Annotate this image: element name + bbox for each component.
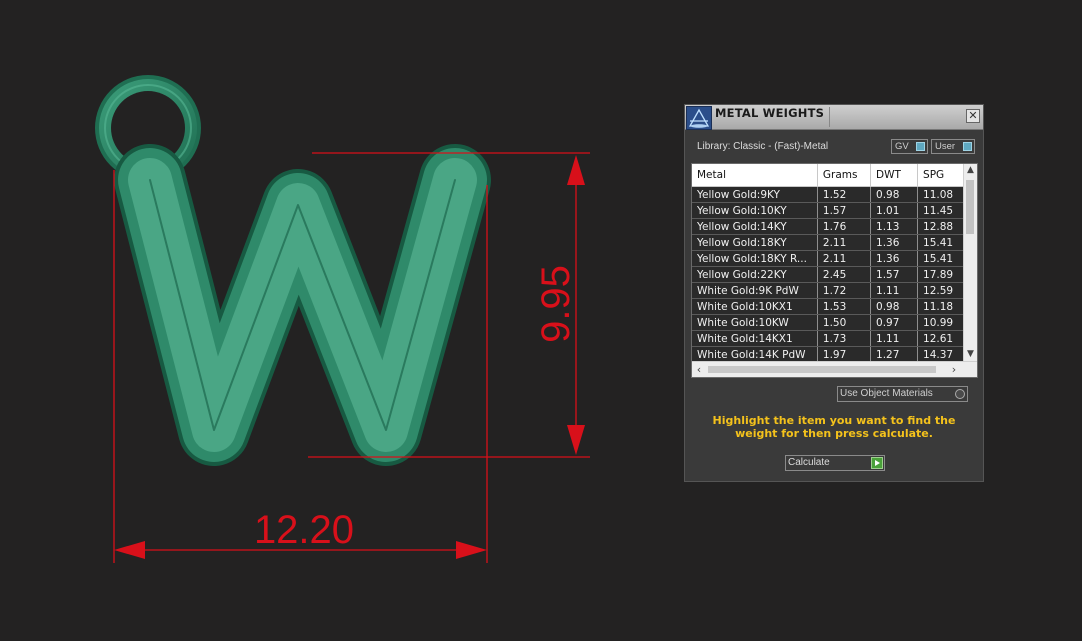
scrollbar-thumb[interactable] [708, 366, 936, 373]
cell-grams: 2.45 [817, 266, 872, 283]
table-row[interactable]: Yellow Gold:10KY 1.57 1.01 11.45 [692, 202, 977, 219]
cell-dwt: 1.11 [870, 282, 919, 299]
cell-dwt: 1.13 [870, 218, 919, 235]
user-toggle-label: User [935, 141, 956, 152]
calculate-button[interactable]: Calculate [785, 455, 885, 471]
cell-metal: Yellow Gold:10KY [692, 202, 818, 219]
horizontal-scrollbar[interactable]: ‹ › [692, 361, 977, 377]
cell-grams: 2.11 [817, 250, 872, 267]
cell-metal: Yellow Gold:22KY [692, 266, 818, 283]
pendant-letter-w [114, 144, 491, 466]
scroll-right-icon[interactable]: › [947, 362, 961, 377]
table-row[interactable]: White Gold:10KX1 1.53 0.98 11.18 [692, 298, 977, 315]
help-text: Highlight the item you want to find the … [712, 414, 956, 440]
cell-metal: White Gold:10KX1 [692, 298, 818, 315]
table-row[interactable]: Yellow Gold:18KY R... 2.11 1.36 15.41 [692, 250, 977, 267]
titlebar-divider [829, 107, 830, 127]
table-row[interactable]: Yellow Gold:14KY 1.76 1.13 12.88 [692, 218, 977, 235]
cell-dwt: 1.36 [870, 234, 919, 251]
width-dimension-label: 12.20 [254, 508, 354, 552]
table-row[interactable]: Yellow Gold:9KY 1.52 0.98 11.08 [692, 186, 977, 203]
cell-dwt: 0.97 [870, 314, 919, 331]
cell-grams: 1.53 [817, 298, 872, 315]
metal-weights-table[interactable]: Metal Grams DWT SPG Yellow Gold:9KY 1.52 0… [691, 163, 978, 378]
cell-grams: 1.52 [817, 186, 872, 203]
table-header-row: Metal Grams DWT SPG [692, 164, 977, 187]
scrollbar-thumb[interactable] [966, 180, 974, 234]
cell-metal: Yellow Gold:14KY [692, 218, 818, 235]
gv-toggle[interactable]: GV [891, 139, 928, 154]
cell-metal: White Gold:14KX1 [692, 330, 818, 347]
gv-toggle-label: GV [895, 141, 909, 152]
scroll-up-icon[interactable]: ▲ [964, 164, 977, 177]
table-row[interactable]: Yellow Gold:22KY 2.45 1.57 17.89 [692, 266, 977, 283]
column-header-dwt[interactable]: DWT [870, 164, 919, 187]
column-header-metal[interactable]: Metal [692, 164, 818, 187]
panel-title: METAL WEIGHTS [715, 106, 825, 120]
cell-dwt: 1.01 [870, 202, 919, 219]
column-header-grams[interactable]: Grams [817, 164, 872, 187]
cell-metal: Yellow Gold:18KY [692, 234, 818, 251]
cell-grams: 1.73 [817, 330, 872, 347]
toggle-knob-icon [916, 142, 925, 151]
cell-dwt: 0.98 [870, 186, 919, 203]
use-object-materials-label: Use Object Materials [840, 388, 933, 399]
cell-dwt: 0.98 [870, 298, 919, 315]
table-row[interactable]: White Gold:9K PdW 1.72 1.11 12.59 [692, 282, 977, 299]
cell-dwt: 1.36 [870, 250, 919, 267]
close-button[interactable]: ✕ [966, 109, 980, 123]
height-dimension-label: 9.95 [534, 265, 578, 343]
cell-grams: 1.50 [817, 314, 872, 331]
close-icon: ✕ [968, 109, 978, 122]
cell-metal: Yellow Gold:18KY R... [692, 250, 818, 267]
cell-grams: 1.76 [817, 218, 872, 235]
cell-grams: 2.11 [817, 234, 872, 251]
radio-icon [955, 389, 965, 399]
cell-grams: 1.57 [817, 202, 872, 219]
panel-titlebar[interactable]: METAL WEIGHTS ✕ [685, 105, 983, 130]
calculate-label: Calculate [788, 457, 830, 468]
user-toggle[interactable]: User [931, 139, 975, 154]
use-object-materials-toggle[interactable]: Use Object Materials [837, 386, 968, 402]
cell-dwt: 1.57 [870, 266, 919, 283]
scale-icon [686, 106, 712, 130]
play-arrow-icon [871, 457, 883, 469]
scroll-down-icon[interactable]: ▼ [964, 348, 977, 361]
metal-weights-panel: METAL WEIGHTS ✕ Library: Classic - (Fast… [684, 104, 984, 482]
vertical-scrollbar[interactable]: ▲ ▼ [963, 164, 977, 361]
table-row[interactable]: Yellow Gold:18KY 2.11 1.36 15.41 [692, 234, 977, 251]
cell-dwt: 1.11 [870, 330, 919, 347]
cell-metal: White Gold:9K PdW [692, 282, 818, 299]
library-label: Library: Classic - (Fast)-Metal [697, 141, 829, 152]
toggle-knob-icon [963, 142, 972, 151]
table-row[interactable]: White Gold:10KW 1.50 0.97 10.99 [692, 314, 977, 331]
cell-metal: Yellow Gold:9KY [692, 186, 818, 203]
scroll-left-icon[interactable]: ‹ [692, 362, 706, 377]
cell-metal: White Gold:10KW [692, 314, 818, 331]
cell-grams: 1.72 [817, 282, 872, 299]
table-row[interactable]: White Gold:14KX1 1.73 1.11 12.61 [692, 330, 977, 347]
